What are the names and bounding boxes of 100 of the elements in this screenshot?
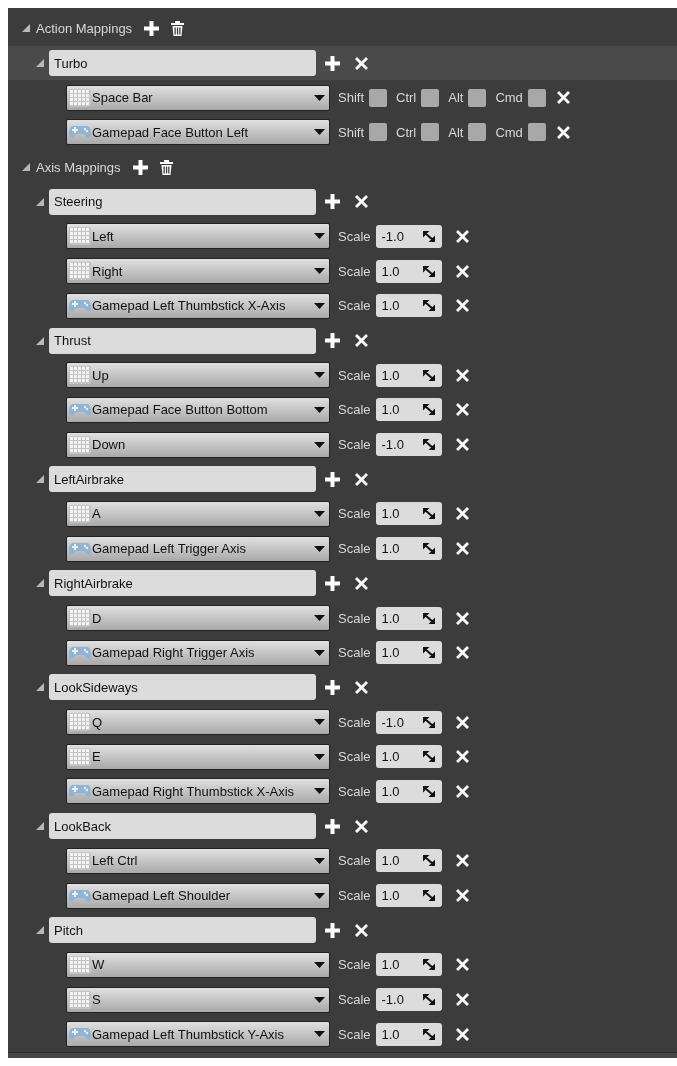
expanded-triangle-icon[interactable]	[22, 24, 30, 33]
plus-icon[interactable]	[325, 333, 340, 349]
plus-icon[interactable]	[325, 55, 340, 71]
resize-arrows-icon[interactable]	[422, 404, 435, 416]
close-icon[interactable]	[455, 889, 469, 903]
close-icon[interactable]	[455, 750, 469, 764]
close-icon[interactable]	[455, 1027, 469, 1041]
key-dropdown[interactable]: A	[66, 500, 330, 527]
scale-field[interactable]: -1.0	[375, 988, 442, 1012]
modifier-checkbox[interactable]	[421, 123, 440, 142]
close-icon[interactable]	[355, 56, 368, 70]
key-dropdown[interactable]: Q	[66, 709, 330, 736]
close-icon[interactable]	[355, 195, 368, 209]
key-dropdown[interactable]: Gamepad Face Button Left	[66, 119, 330, 146]
expanded-triangle-icon[interactable]	[36, 926, 44, 935]
close-icon[interactable]	[355, 334, 368, 348]
mapping-name-field[interactable]: Thrust	[49, 327, 316, 354]
mapping-name-field[interactable]: Steering	[49, 188, 316, 215]
key-dropdown[interactable]: W	[66, 951, 330, 978]
plus-icon[interactable]	[325, 575, 340, 591]
key-dropdown[interactable]: Left	[66, 223, 330, 250]
scale-field[interactable]: 1.0	[375, 537, 442, 561]
resize-arrows-icon[interactable]	[422, 647, 435, 659]
key-dropdown[interactable]: Left Ctrl	[66, 847, 330, 874]
plus-icon[interactable]	[325, 679, 340, 695]
close-icon[interactable]	[455, 854, 469, 868]
resize-arrows-icon[interactable]	[422, 959, 435, 971]
expanded-triangle-icon[interactable]	[36, 197, 44, 206]
resize-arrows-icon[interactable]	[422, 300, 435, 312]
scale-field[interactable]: 1.0	[375, 606, 442, 630]
close-icon[interactable]	[455, 646, 469, 660]
close-icon[interactable]	[455, 368, 469, 382]
expanded-triangle-icon[interactable]	[22, 163, 30, 172]
close-icon[interactable]	[455, 784, 469, 798]
resize-arrows-icon[interactable]	[422, 508, 435, 520]
close-icon[interactable]	[455, 299, 469, 313]
close-icon[interactable]	[455, 403, 469, 417]
key-dropdown[interactable]: D	[66, 605, 330, 632]
key-dropdown[interactable]: Up	[66, 362, 330, 389]
resize-arrows-icon[interactable]	[422, 1028, 435, 1040]
mapping-name-field[interactable]: LeftAirbrake	[49, 466, 316, 493]
plus-icon[interactable]	[325, 471, 340, 487]
key-dropdown[interactable]: Gamepad Left Thumbstick X-Axis	[66, 292, 330, 319]
mapping-name-field[interactable]: LookSideways	[49, 674, 316, 701]
close-icon[interactable]	[455, 229, 469, 243]
close-icon[interactable]	[355, 819, 368, 833]
close-icon[interactable]	[455, 611, 469, 625]
scale-field[interactable]: 1.0	[375, 849, 442, 873]
resize-arrows-icon[interactable]	[422, 612, 435, 624]
expanded-triangle-icon[interactable]	[36, 683, 44, 692]
scale-field[interactable]: 1.0	[375, 502, 442, 526]
mapping-name-field[interactable]: Turbo	[49, 50, 316, 77]
key-dropdown[interactable]: Gamepad Right Thumbstick X-Axis	[66, 778, 330, 805]
modifier-checkbox[interactable]	[468, 123, 487, 142]
close-icon[interactable]	[355, 472, 368, 486]
scale-field[interactable]: 1.0	[375, 745, 442, 769]
scale-field[interactable]: 1.0	[375, 294, 442, 318]
trash-icon[interactable]	[159, 159, 173, 175]
key-dropdown[interactable]: E	[66, 743, 330, 770]
resize-arrows-icon[interactable]	[422, 890, 435, 902]
scale-field[interactable]: 1.0	[375, 779, 442, 803]
plus-icon[interactable]	[325, 818, 340, 834]
scale-field[interactable]: 1.0	[375, 641, 442, 665]
close-icon[interactable]	[455, 715, 469, 729]
close-icon[interactable]	[355, 680, 368, 694]
mapping-name-field[interactable]: LookBack	[49, 813, 316, 840]
scale-field[interactable]: 1.0	[375, 398, 442, 422]
close-icon[interactable]	[556, 125, 570, 139]
close-icon[interactable]	[455, 507, 469, 521]
expanded-triangle-icon[interactable]	[36, 475, 44, 484]
close-icon[interactable]	[556, 91, 570, 105]
resize-arrows-icon[interactable]	[422, 230, 435, 242]
resize-arrows-icon[interactable]	[422, 543, 435, 555]
expanded-triangle-icon[interactable]	[36, 822, 44, 831]
resize-arrows-icon[interactable]	[422, 994, 435, 1006]
resize-arrows-icon[interactable]	[422, 785, 435, 797]
key-dropdown[interactable]: Down	[66, 431, 330, 458]
key-dropdown[interactable]: S	[66, 986, 330, 1013]
resize-arrows-icon[interactable]	[422, 751, 435, 763]
key-dropdown[interactable]: Right	[66, 258, 330, 285]
expanded-triangle-icon[interactable]	[36, 59, 44, 68]
key-dropdown[interactable]: Gamepad Left Trigger Axis	[66, 535, 330, 562]
scale-field[interactable]: 1.0	[375, 363, 442, 387]
modifier-checkbox[interactable]	[369, 88, 387, 107]
plus-icon[interactable]	[325, 922, 340, 938]
close-icon[interactable]	[455, 542, 469, 556]
close-icon[interactable]	[455, 438, 469, 452]
modifier-checkbox[interactable]	[369, 123, 387, 142]
resize-arrows-icon[interactable]	[422, 265, 435, 277]
close-icon[interactable]	[355, 923, 368, 937]
scale-field[interactable]: 1.0	[375, 1022, 442, 1046]
plus-icon[interactable]	[325, 194, 340, 210]
resize-arrows-icon[interactable]	[422, 439, 435, 451]
scale-field[interactable]: -1.0	[375, 433, 442, 457]
close-icon[interactable]	[455, 993, 469, 1007]
key-dropdown[interactable]: Gamepad Face Button Bottom	[66, 396, 330, 423]
expanded-triangle-icon[interactable]	[36, 579, 44, 588]
modifier-checkbox[interactable]	[468, 88, 487, 107]
mapping-name-field[interactable]: RightAirbrake	[49, 570, 316, 597]
scale-field[interactable]: 1.0	[375, 953, 442, 977]
